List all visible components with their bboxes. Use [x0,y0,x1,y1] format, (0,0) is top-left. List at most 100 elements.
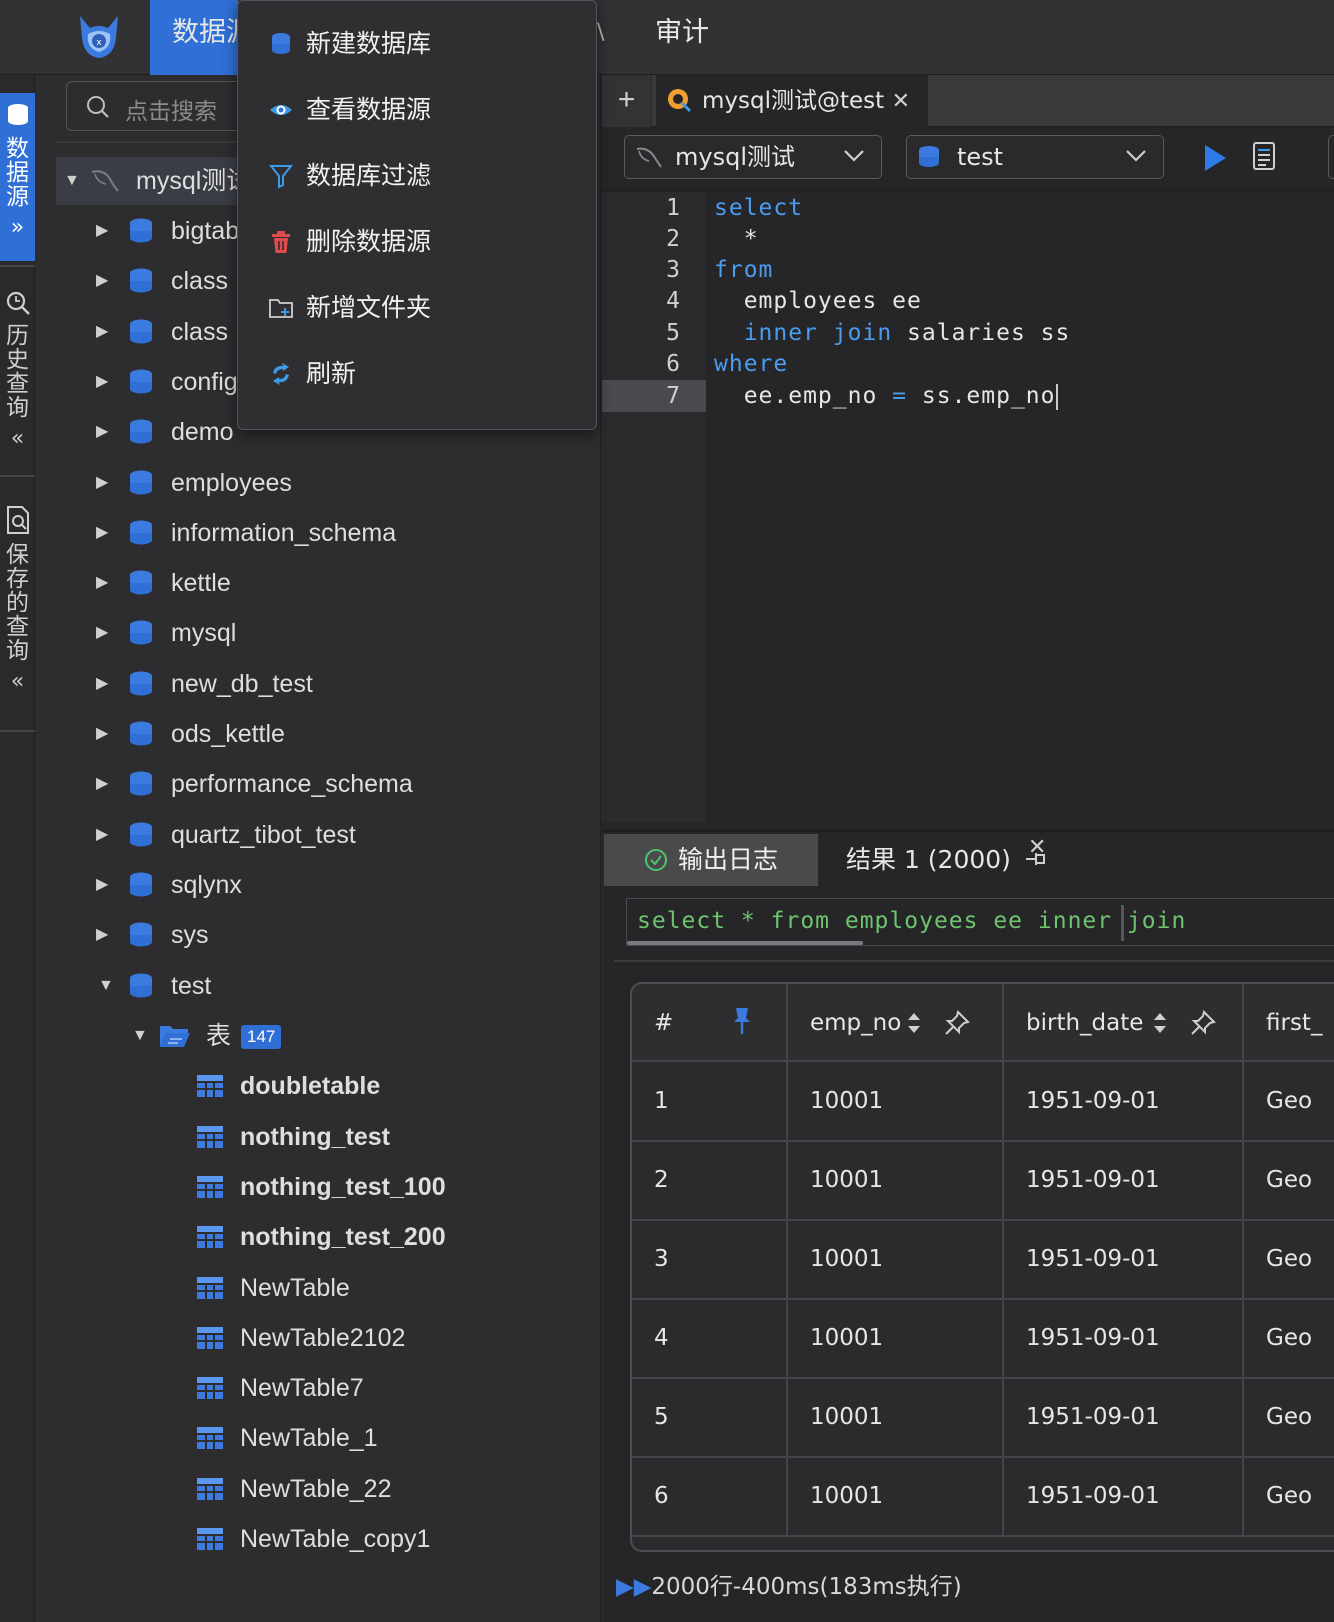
tree-node-table[interactable]: doubletable [196,1062,576,1110]
tree-node-database[interactable]: ▶ ods_kettle [96,710,596,758]
cell-birth-date[interactable]: 1951-09-01 [1004,1062,1244,1140]
tree-node-table[interactable]: NewTable_copy1 [196,1515,576,1563]
tree-search-box[interactable]: 点击搜索 [66,81,266,131]
caret-right-icon[interactable]: ▶ [96,660,108,708]
table-row[interactable]: 6 10001 1951-09-01 Geo [632,1457,1334,1537]
column-header-birth-date[interactable]: birth_date [1004,984,1244,1060]
cell-emp-no[interactable]: 10001 [788,1220,1004,1298]
leftbar-saved-queries[interactable]: 保存的查询 « [0,495,35,715]
caret-down-icon[interactable]: ▼ [132,1012,148,1060]
caret-right-icon[interactable]: ▶ [96,408,108,456]
cell-index[interactable]: 5 [632,1378,788,1456]
cell-index[interactable]: 2 [632,1141,788,1219]
cell-first-name[interactable]: Geo [1244,1457,1334,1535]
cell-first-name[interactable]: Geo [1244,1062,1334,1140]
format-sql-icon[interactable] [1250,141,1278,173]
caret-right-icon[interactable]: ▶ [96,811,108,859]
cell-index[interactable]: 1 [632,1062,788,1140]
menu-item-new-database[interactable]: 新建数据库 [238,12,596,76]
tree-node-tables-folder[interactable]: ▼ 表 147 [132,1012,532,1060]
app-logo-icon[interactable]: x [70,8,128,66]
cell-index[interactable]: 4 [632,1299,788,1377]
tree-node-table[interactable]: NewTable_22 [196,1465,576,1513]
pin-icon[interactable] [944,1010,970,1036]
cell-emp-no[interactable]: 10001 [788,1141,1004,1219]
collapse-icon[interactable]: « [0,669,35,694]
table-row[interactable]: 3 10001 1951-09-01 Geo [632,1220,1334,1300]
cell-first-name[interactable]: Geo [1244,1220,1334,1298]
datasource-select[interactable]: mysql测试 [624,135,882,179]
pin-column-icon[interactable] [730,1006,754,1036]
pin-icon[interactable] [1190,1010,1216,1036]
caret-right-icon[interactable]: ▶ [96,257,108,305]
caret-right-icon[interactable]: ▶ [96,861,108,909]
cell-emp-no[interactable]: 10001 [788,1378,1004,1456]
caret-right-icon[interactable]: ▶ [96,710,108,758]
caret-right-icon[interactable]: ▶ [96,609,108,657]
toolbar-overflow-control[interactable] [1328,135,1334,179]
topnav-audit[interactable]: 审计 [655,0,709,75]
tree-node-database[interactable]: ▶ quartz_tibot_test [96,811,596,859]
cell-first-name[interactable]: Geo [1244,1141,1334,1219]
sort-icon[interactable] [906,1010,922,1036]
database-select[interactable]: test [906,135,1164,179]
column-header-index[interactable]: # [632,984,788,1060]
cell-index[interactable]: 6 [632,1457,788,1535]
tree-node-database[interactable]: ▶ performance_schema [96,760,596,808]
tree-node-table[interactable]: NewTable [196,1264,576,1312]
cell-index[interactable]: 3 [632,1220,788,1298]
tree-node-table[interactable]: NewTable_1 [196,1414,576,1462]
caret-right-icon[interactable]: ▶ [96,760,108,808]
column-header-emp-no[interactable]: emp_no [788,984,1004,1060]
column-header-first-name[interactable]: first_ [1244,984,1334,1060]
caret-right-icon[interactable]: ▶ [96,358,108,406]
horizontal-scrollbar[interactable] [627,941,863,945]
caret-down-icon[interactable]: ▼ [98,962,114,1010]
caret-right-icon[interactable]: ▶ [96,911,108,959]
tree-node-database[interactable]: ▶ employees [96,459,596,507]
tree-node-database[interactable]: ▶ sys [96,911,596,959]
close-icon[interactable]: ✕ [892,75,910,127]
expand-icon[interactable]: » [0,215,35,240]
topnav-datasource[interactable]: 数据源 [150,0,238,75]
collapse-icon[interactable]: « [0,426,35,451]
table-row[interactable]: 4 10001 1951-09-01 Geo [632,1299,1334,1379]
tab-output-log[interactable]: 输出日志 [604,834,818,886]
tree-node-database[interactable]: ▶ information_schema [96,509,596,557]
table-row[interactable]: 1 10001 1951-09-01 Geo [632,1062,1334,1142]
tree-node-table[interactable]: NewTable2102 [196,1314,576,1362]
menu-item-delete-datasource[interactable]: 删除数据源 [238,210,596,274]
menu-item-add-folder[interactable]: 新增文件夹 [238,276,596,340]
tree-node-database[interactable]: ▶ new_db_test [96,660,596,708]
caret-right-icon[interactable]: ▶ [96,308,108,356]
close-icon[interactable]: ✕ [1028,834,1046,860]
cell-emp-no[interactable]: 10001 [788,1457,1004,1535]
caret-right-icon[interactable]: ▶ [96,207,108,255]
tree-node-table[interactable]: nothing_test_100 [196,1163,576,1211]
menu-item-filter-database[interactable]: 数据库过滤 [238,144,596,208]
tree-node-table[interactable]: NewTable7 [196,1364,576,1412]
table-row[interactable]: 2 10001 1951-09-01 Geo [632,1141,1334,1221]
tree-node-database[interactable]: ▼ test [96,962,596,1010]
tree-node-table[interactable]: nothing_test [196,1113,576,1161]
cell-birth-date[interactable]: 1951-09-01 [1004,1141,1244,1219]
leftbar-datasource[interactable]: 数据源 » [0,93,35,261]
cell-birth-date[interactable]: 1951-09-01 [1004,1220,1244,1298]
menu-item-refresh[interactable]: 刷新 [238,342,596,406]
tree-node-database[interactable]: ▶ mysql [96,609,596,657]
tree-node-database[interactable]: ▶ sqlynx [96,861,596,909]
cell-birth-date[interactable]: 1951-09-01 [1004,1299,1244,1377]
table-row[interactable]: 5 10001 1951-09-01 Geo [632,1378,1334,1458]
sort-icon[interactable] [1152,1010,1168,1036]
cell-birth-date[interactable]: 1951-09-01 [1004,1378,1244,1456]
caret-down-icon[interactable]: ▼ [64,157,80,205]
cell-emp-no[interactable]: 10001 [788,1062,1004,1140]
cell-first-name[interactable]: Geo [1244,1299,1334,1377]
cell-emp-no[interactable]: 10001 [788,1299,1004,1377]
tree-node-database[interactable]: ▶ kettle [96,559,596,607]
caret-right-icon[interactable]: ▶ [96,509,108,557]
leftbar-history[interactable]: 历史查询 « [0,280,35,470]
caret-right-icon[interactable]: ▶ [96,559,108,607]
run-icon[interactable] [1202,143,1228,173]
new-tab-button[interactable]: + [602,75,652,127]
